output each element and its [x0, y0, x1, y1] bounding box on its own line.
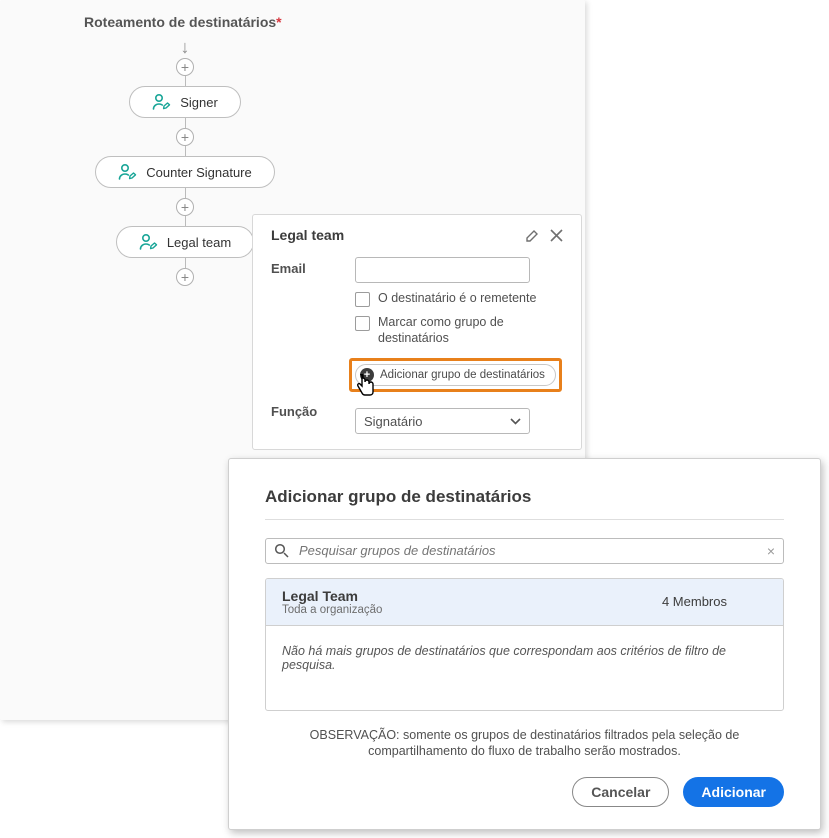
group-row-sub: Toda a organização: [282, 604, 382, 616]
flow-node-signer[interactable]: Signer: [129, 86, 241, 118]
chevron-down-icon: [510, 418, 521, 425]
add-recipient-group-modal: Adicionar grupo de destinatários × Legal…: [228, 458, 821, 830]
properties-title: Legal team: [271, 227, 344, 243]
modal-title: Adicionar grupo de destinatários: [265, 487, 784, 507]
add-button-label: Adicionar: [701, 784, 766, 800]
email-field[interactable]: [355, 257, 530, 283]
checkbox-group-label: Marcar como grupo de destinatários: [378, 315, 563, 346]
cancel-button-label: Cancelar: [591, 784, 650, 800]
connector-line: [185, 258, 186, 268]
checkbox-sender-label: O destinatário é o remetente: [378, 291, 536, 307]
close-icon[interactable]: [550, 228, 563, 243]
add-group-button-label: Adicionar grupo de destinatários: [380, 369, 545, 381]
groups-list: Legal Team Toda a organização 4 Membros …: [265, 578, 784, 711]
required-asterisk: *: [276, 14, 281, 30]
role-select-value: Signatário: [364, 414, 423, 429]
search-icon: [274, 543, 289, 558]
highlight-box: + Adicionar grupo de destinatários: [349, 358, 562, 392]
no-more-results-row: Não há mais grupos de destinatários que …: [266, 626, 783, 711]
role-select[interactable]: Signatário: [355, 408, 530, 434]
plus-circle-icon: +: [360, 368, 374, 382]
search-wrapper: ×: [265, 538, 784, 564]
flow-node-counter-signature[interactable]: Counter Signature: [95, 156, 275, 188]
connector-line: [185, 76, 186, 86]
flow-node-label: Legal team: [167, 235, 231, 250]
signer-icon: [139, 233, 159, 251]
connector-line: [185, 118, 186, 128]
modal-note: OBSERVAÇÃO: somente os grupos de destina…: [265, 727, 784, 760]
add-step-button[interactable]: +: [176, 268, 194, 286]
routing-header-label: Roteamento de destinatários: [84, 14, 276, 30]
routing-header: Roteamento de destinatários*: [84, 14, 282, 30]
add-step-button[interactable]: +: [176, 58, 194, 76]
arrow-down-icon: ↓: [181, 38, 190, 56]
email-label: Email: [271, 257, 343, 276]
divider: [265, 519, 784, 520]
add-step-button[interactable]: +: [176, 128, 194, 146]
checkbox-recipient-is-sender[interactable]: [355, 292, 370, 307]
role-label: Função: [271, 400, 343, 419]
signer-icon: [152, 93, 172, 111]
edit-icon[interactable]: [525, 228, 540, 243]
clear-search-icon[interactable]: ×: [767, 543, 775, 559]
flow-node-label: Counter Signature: [146, 165, 252, 180]
connector-line: [185, 188, 186, 198]
recipient-properties-panel: Legal team Email O destinatário é o reme…: [252, 214, 582, 450]
add-recipient-group-button[interactable]: + Adicionar grupo de destinatários: [355, 364, 556, 386]
search-input[interactable]: [297, 542, 759, 559]
connector-line: [185, 216, 186, 226]
add-button[interactable]: Adicionar: [683, 777, 784, 807]
flow-node-legal-team[interactable]: Legal team: [116, 226, 254, 258]
connector-line: [185, 146, 186, 156]
group-row-legal-team[interactable]: Legal Team Toda a organização 4 Membros: [266, 579, 783, 626]
group-row-name: Legal Team: [282, 588, 382, 604]
cancel-button[interactable]: Cancelar: [572, 777, 669, 807]
signer-icon: [118, 163, 138, 181]
checkbox-mark-as-group[interactable]: [355, 316, 370, 331]
add-step-button[interactable]: +: [176, 198, 194, 216]
flow-node-label: Signer: [180, 95, 218, 110]
group-row-members: 4 Membros: [662, 594, 727, 609]
